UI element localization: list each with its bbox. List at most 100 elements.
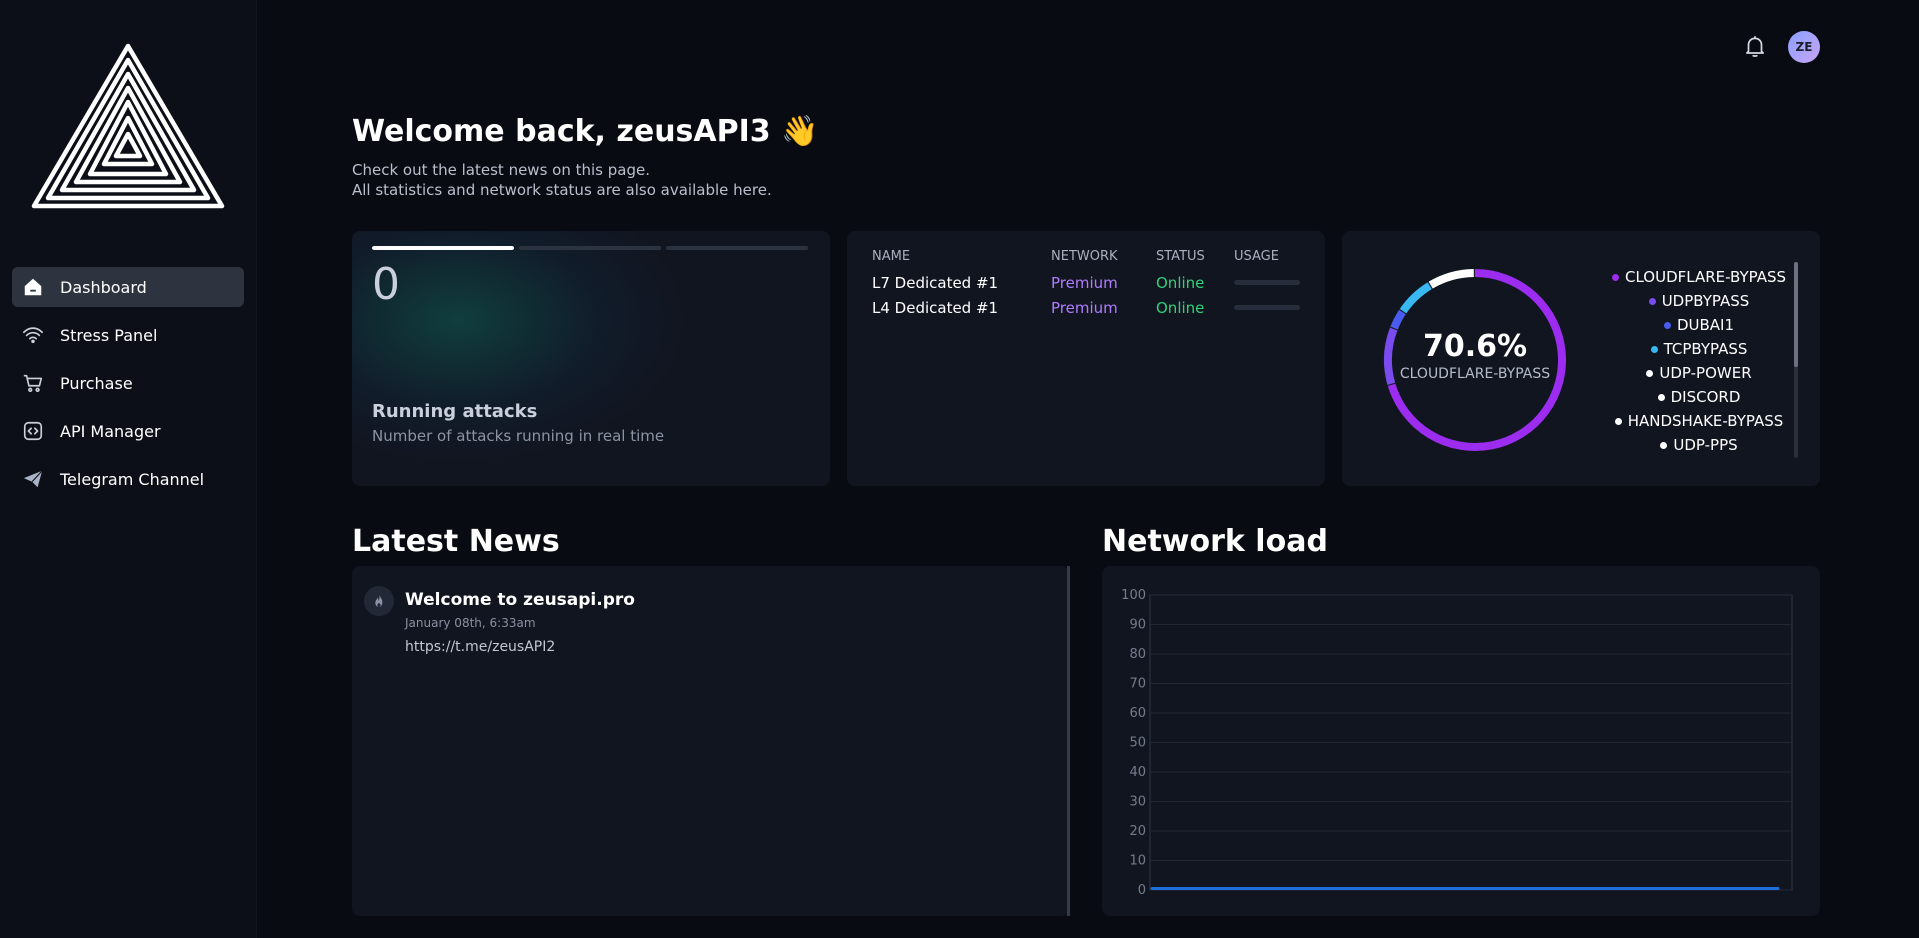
- sidebar: Dashboard Stress Panel Purchase API Mana…: [0, 0, 257, 938]
- legend-label: UDP-POWER: [1659, 364, 1752, 382]
- y-tick-label: 20: [1129, 824, 1146, 839]
- legend-scrollbar-thumb[interactable]: [1794, 262, 1798, 367]
- legend-label: UDPBYPASS: [1661, 292, 1750, 310]
- legend-dot: [1650, 345, 1658, 353]
- server-usage: [1234, 270, 1304, 295]
- server-name: L7 Dedicated #1: [872, 273, 999, 292]
- sidebar-item-api-manager[interactable]: API Manager: [12, 411, 244, 451]
- news-title[interactable]: Welcome to zeusapi.pro: [405, 590, 635, 610]
- sidebar-item-label: Dashboard: [60, 277, 147, 297]
- wifi-icon: [20, 322, 46, 348]
- donut-slice[interactable]: [1390, 309, 1406, 330]
- y-tick-label: 80: [1129, 647, 1146, 662]
- y-tick-label: 40: [1129, 765, 1146, 780]
- legend-item[interactable]: UDP-PPS: [1590, 433, 1808, 455]
- usage-bar: [1234, 305, 1300, 310]
- sidebar-item-purchase[interactable]: Purchase: [12, 363, 244, 403]
- send-icon: [20, 466, 46, 492]
- legend-dot: [1660, 441, 1668, 449]
- table-row: L4 Dedicated #1 Premium Online: [872, 295, 1304, 320]
- sidebar-item-stress-panel[interactable]: Stress Panel: [12, 315, 244, 355]
- legend-dot: [1614, 417, 1622, 425]
- network-load-chart: 0 10 20 30 40 50 60 70 80 90 100: [1121, 588, 1793, 898]
- running-attacks-count: 0: [372, 259, 400, 310]
- avatar[interactable]: ZE: [1788, 31, 1820, 63]
- running-attacks-title: Running attacks: [372, 401, 538, 422]
- network-load-card: 0 10 20 30 40 50 60 70 80 90 100: [1102, 566, 1820, 916]
- welcome-subtitle: Check out the latest news on this page. …: [352, 160, 772, 200]
- donut-slice[interactable]: [1399, 282, 1432, 314]
- progress-segment: [666, 246, 808, 250]
- sidebar-item-telegram-channel[interactable]: Telegram Channel: [12, 459, 244, 499]
- legend-dot: [1646, 369, 1654, 377]
- legend-label: DUBAI1: [1676, 316, 1735, 334]
- methods-card: 70.6% CLOUDFLARE-BYPASS CLOUDFLARE-BYPAS…: [1342, 231, 1820, 486]
- servers-table: NAME NETWORK STATUS USAGE L7 Dedicated #…: [872, 249, 1304, 320]
- legend-label: HANDSHAKE-BYPASS: [1627, 412, 1784, 430]
- news-date: January 08th, 6:33am: [405, 616, 536, 630]
- table-row: L7 Dedicated #1 Premium Online: [872, 270, 1304, 295]
- legend-label: TCPBYPASS: [1663, 340, 1748, 358]
- server-name: L4 Dedicated #1: [872, 298, 999, 317]
- sidebar-item-label: Telegram Channel: [60, 469, 205, 489]
- flame-icon: [364, 586, 394, 616]
- home-icon: [20, 274, 46, 300]
- triangle-maze-logo-icon[interactable]: [28, 40, 228, 220]
- y-tick-label: 90: [1129, 618, 1146, 633]
- legend-label: UDP-PPS: [1673, 436, 1738, 454]
- server-status: Online: [1156, 273, 1205, 292]
- legend-dot: [1611, 273, 1619, 281]
- y-tick-label: 60: [1129, 706, 1146, 721]
- donut-percent: 70.6%: [1422, 329, 1528, 364]
- page-title: Welcome back, zeusAPI3 👋: [352, 114, 819, 149]
- column-header-network: NETWORK: [1051, 249, 1118, 264]
- donut-slice[interactable]: [1428, 269, 1474, 289]
- y-tick-label: 10: [1129, 854, 1146, 869]
- legend-item[interactable]: HANDSHAKE-BYPASS: [1590, 409, 1808, 433]
- bell-icon[interactable]: [1742, 33, 1768, 59]
- legend-label: DISCORD: [1670, 388, 1741, 406]
- y-tick-label: 30: [1129, 795, 1146, 810]
- welcome-line-2: All statistics and network status are al…: [352, 181, 772, 199]
- methods-legend: CLOUDFLARE-BYPASS UDPBYPASS DUBAI1 TCPBYPAS…: [1590, 265, 1808, 455]
- legend-item[interactable]: UDPBYPASS: [1590, 289, 1808, 313]
- running-attacks-card: 0 Running attacks Number of attacks runn…: [352, 231, 830, 486]
- server-network: Premium: [1051, 298, 1118, 317]
- legend-item[interactable]: DUBAI1: [1590, 313, 1808, 337]
- legend-scrollbar[interactable]: [1794, 262, 1798, 458]
- latest-news-title: Latest News: [352, 524, 560, 559]
- progress-indicator: [372, 246, 808, 250]
- sidebar-nav: Dashboard Stress Panel Purchase API Mana…: [12, 267, 244, 507]
- legend-dot: [1648, 297, 1656, 305]
- running-attacks-subtitle: Number of attacks running in real time: [372, 427, 665, 445]
- y-tick-label: 50: [1129, 736, 1146, 751]
- legend-item[interactable]: UDP-POWER: [1590, 361, 1808, 385]
- progress-segment: [372, 246, 514, 250]
- legend-label: CLOUDFLARE-BYPASS: [1624, 268, 1787, 286]
- sidebar-item-label: Purchase: [60, 373, 133, 393]
- y-tick-label: 100: [1121, 588, 1146, 603]
- legend-dot: [1663, 321, 1671, 329]
- sidebar-item-dashboard[interactable]: Dashboard: [12, 267, 244, 307]
- news-panel: Welcome to zeusapi.pro January 08th, 6:3…: [352, 566, 1070, 916]
- progress-segment: [519, 246, 661, 250]
- table-header-row: NAME NETWORK STATUS USAGE: [872, 249, 1304, 270]
- y-tick-label: 70: [1129, 677, 1146, 692]
- column-header-usage: USAGE: [1234, 249, 1279, 264]
- server-usage: [1234, 295, 1304, 320]
- code-square-icon: [20, 418, 46, 444]
- legend-item[interactable]: CLOUDFLARE-BYPASS: [1590, 265, 1808, 289]
- network-load-title: Network load: [1102, 524, 1328, 559]
- progress-fill: [372, 246, 514, 250]
- y-tick-label: 0: [1138, 883, 1146, 898]
- donut-label: CLOUDFLARE-BYPASS: [1399, 366, 1551, 382]
- cart-icon: [20, 370, 46, 396]
- news-scrollbar[interactable]: [1067, 566, 1070, 916]
- legend-item[interactable]: DISCORD: [1590, 385, 1808, 409]
- news-body[interactable]: https://t.me/zeusAPI2: [405, 639, 555, 655]
- legend-item[interactable]: TCPBYPASS: [1590, 337, 1808, 361]
- server-network: Premium: [1051, 273, 1118, 292]
- legend-dot: [1657, 393, 1665, 401]
- column-header-name: NAME: [872, 249, 911, 264]
- sidebar-item-label: API Manager: [60, 421, 161, 441]
